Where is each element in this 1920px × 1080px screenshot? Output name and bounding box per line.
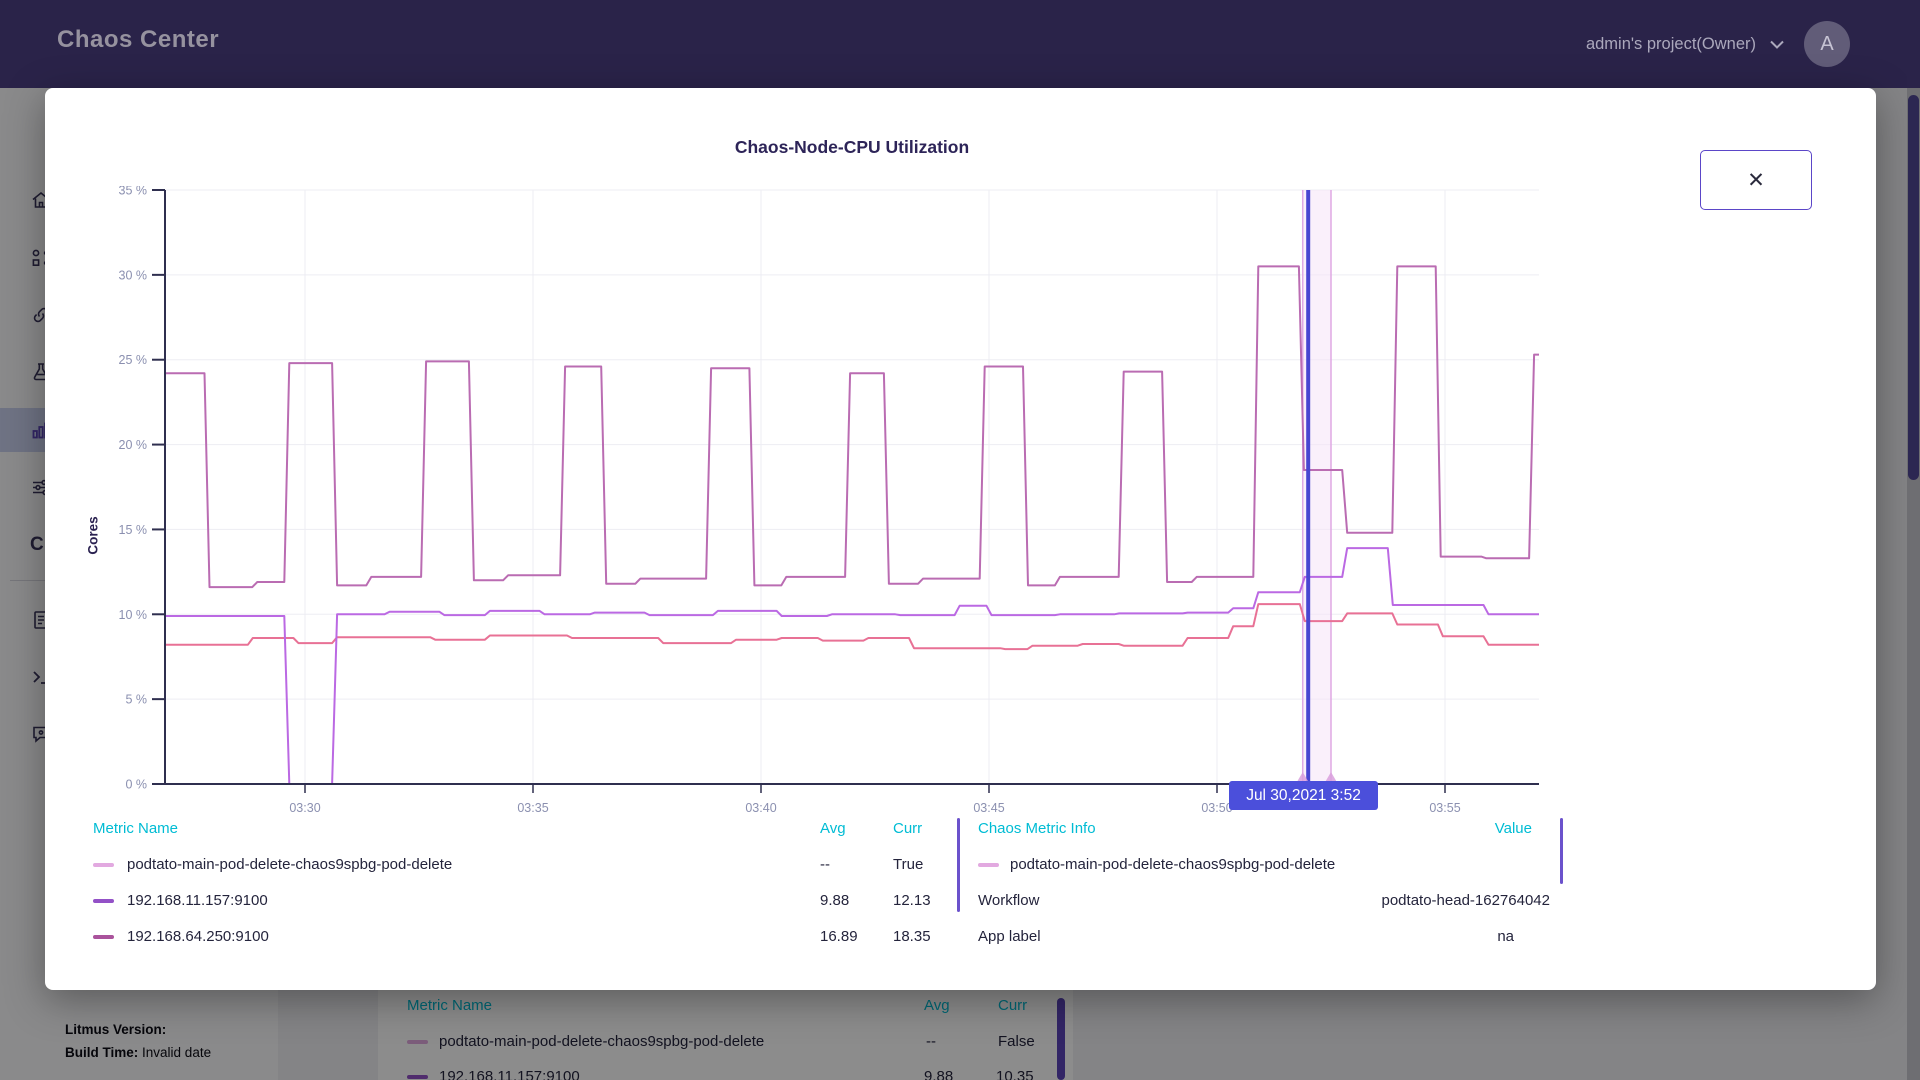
svg-text:03:40: 03:40: [745, 801, 776, 815]
table-divider-right: [1560, 818, 1563, 884]
series-color-dash: [93, 899, 114, 903]
svg-text:15 %: 15 %: [119, 523, 148, 537]
chaos-info-header: Chaos Metric Info: [978, 820, 1096, 837]
chevron-down-icon: [1770, 40, 1784, 49]
svg-text:30 %: 30 %: [119, 268, 148, 282]
chart-title: Chaos-Node-CPU Utilization: [165, 137, 1539, 158]
close-icon: ✕: [1747, 168, 1765, 193]
chaos-event-row: podtato-main-pod-delete-chaos9spbg-pod-d…: [978, 856, 1550, 876]
legend-row[interactable]: 192.168.11.157:9100 9.88 12.13: [93, 892, 953, 912]
svg-text:03:55: 03:55: [1429, 801, 1460, 815]
app-title: Chaos Center: [57, 26, 219, 54]
cpu-utilization-chart[interactable]: 0 % 5 % 10 % 15 % 20 % 25 % 30 % 35 % 03:30 03:35…: [100, 186, 1540, 826]
page: C Litmus Version: Build Time: Invalid da…: [0, 0, 1920, 1080]
svg-text:03:35: 03:35: [517, 801, 548, 815]
series-line: [165, 266, 1539, 587]
page-scrollbar[interactable]: [1907, 0, 1920, 1080]
close-button[interactable]: ✕: [1700, 150, 1812, 210]
col-metric-name: Metric Name: [93, 820, 178, 837]
info-row: App label na: [978, 928, 1550, 948]
col-curr: Curr: [893, 820, 922, 837]
svg-text:20 %: 20 %: [119, 438, 148, 452]
info-row: Workflow podtato-head-162764042: [978, 892, 1550, 912]
chart-legend-section: Metric Name Avg Curr podtato-main-pod-de…: [45, 820, 1876, 980]
series-color-dash: [978, 863, 999, 867]
chart-modal: Chaos-Node-CPU Utilization ✕ Cores 0 % 5 …: [45, 88, 1876, 990]
y-axis-label: Cores: [86, 476, 101, 596]
value-header: Value: [1495, 820, 1532, 837]
series-color-dash: [93, 935, 114, 939]
legend-row[interactable]: 192.168.64.250:9100 16.89 18.35: [93, 928, 953, 948]
chart-tooltip: Jul 30,2021 3:52: [1229, 781, 1378, 810]
svg-text:03:45: 03:45: [973, 801, 1004, 815]
svg-text:03:30: 03:30: [289, 801, 320, 815]
project-selector-label: admin's project(Owner): [1586, 35, 1756, 54]
project-selector[interactable]: admin's project(Owner): [1586, 35, 1784, 54]
series-line: [165, 604, 1539, 649]
svg-text:25 %: 25 %: [119, 353, 148, 367]
table-divider-left: [957, 818, 960, 912]
legend-row[interactable]: podtato-main-pod-delete-chaos9spbg-pod-d…: [93, 856, 953, 876]
avatar[interactable]: A: [1804, 21, 1850, 67]
svg-text:5 %: 5 %: [125, 693, 147, 707]
series-color-dash: [93, 863, 114, 867]
app-header: Chaos Center admin's project(Owner) A: [0, 0, 1920, 88]
col-avg: Avg: [820, 820, 846, 837]
svg-text:35 %: 35 %: [119, 186, 148, 198]
svg-text:0 %: 0 %: [125, 778, 147, 792]
series-line: [165, 548, 1539, 784]
scrollbar-thumb[interactable]: [1908, 95, 1919, 480]
svg-text:03:50: 03:50: [1201, 801, 1232, 815]
svg-text:10 %: 10 %: [119, 608, 148, 622]
